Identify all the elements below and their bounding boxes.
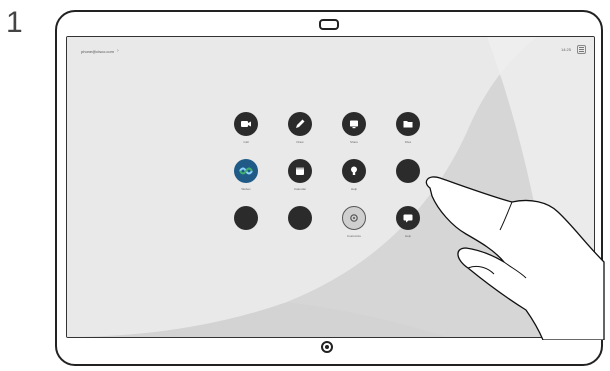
- tile-draw[interactable]: Draw: [286, 112, 314, 144]
- tile-label: Files: [404, 140, 412, 144]
- home-button[interactable]: [321, 341, 333, 353]
- tile-share[interactable]: Share: [340, 112, 368, 144]
- menu-button[interactable]: [577, 45, 586, 54]
- tile-files[interactable]: Files: [394, 112, 422, 144]
- time-display: 14:25: [560, 47, 571, 52]
- tile-label: Customize: [346, 234, 362, 238]
- tile-blank-3[interactable]: [286, 206, 314, 238]
- tile-webex[interactable]: Webex: [232, 159, 260, 191]
- share-screen-icon: [342, 112, 366, 136]
- status-area: 14:25: [561, 45, 586, 54]
- address-display[interactable]: phone@cisco.com ›: [81, 48, 119, 54]
- blank-app-icon: [288, 206, 312, 230]
- tile-label: Help: [350, 187, 358, 191]
- folder-icon: [396, 112, 420, 136]
- tile-label: Call: [243, 140, 249, 144]
- tile-label: Share: [349, 140, 358, 144]
- tile-blank-2[interactable]: [232, 206, 260, 238]
- camera-icon: [319, 19, 339, 30]
- tile-call[interactable]: Call: [232, 112, 260, 144]
- pen-icon: [288, 112, 312, 136]
- gear-icon: [342, 206, 366, 230]
- chevron-right-icon: ›: [116, 48, 119, 54]
- tile-calendar[interactable]: Calendar: [286, 159, 314, 191]
- blank-app-icon: [234, 206, 258, 230]
- lightbulb-icon: [342, 159, 366, 183]
- app-grid: Call Draw Share Files Webex Calendar Hel…: [232, 112, 422, 238]
- webex-icon: [234, 159, 258, 183]
- tile-help[interactable]: Help: [340, 159, 368, 191]
- step-number: 1: [6, 6, 23, 39]
- address-text: phone@cisco.com: [81, 48, 114, 54]
- camera-icon: [234, 112, 258, 136]
- tile-label: Calendar: [293, 187, 307, 191]
- tile-label: Draw: [296, 140, 304, 144]
- calendar-icon: [288, 159, 312, 183]
- tile-label: Webex: [241, 187, 251, 191]
- tile-customize[interactable]: Customize: [340, 206, 368, 238]
- hand-pointer-icon: [425, 176, 605, 340]
